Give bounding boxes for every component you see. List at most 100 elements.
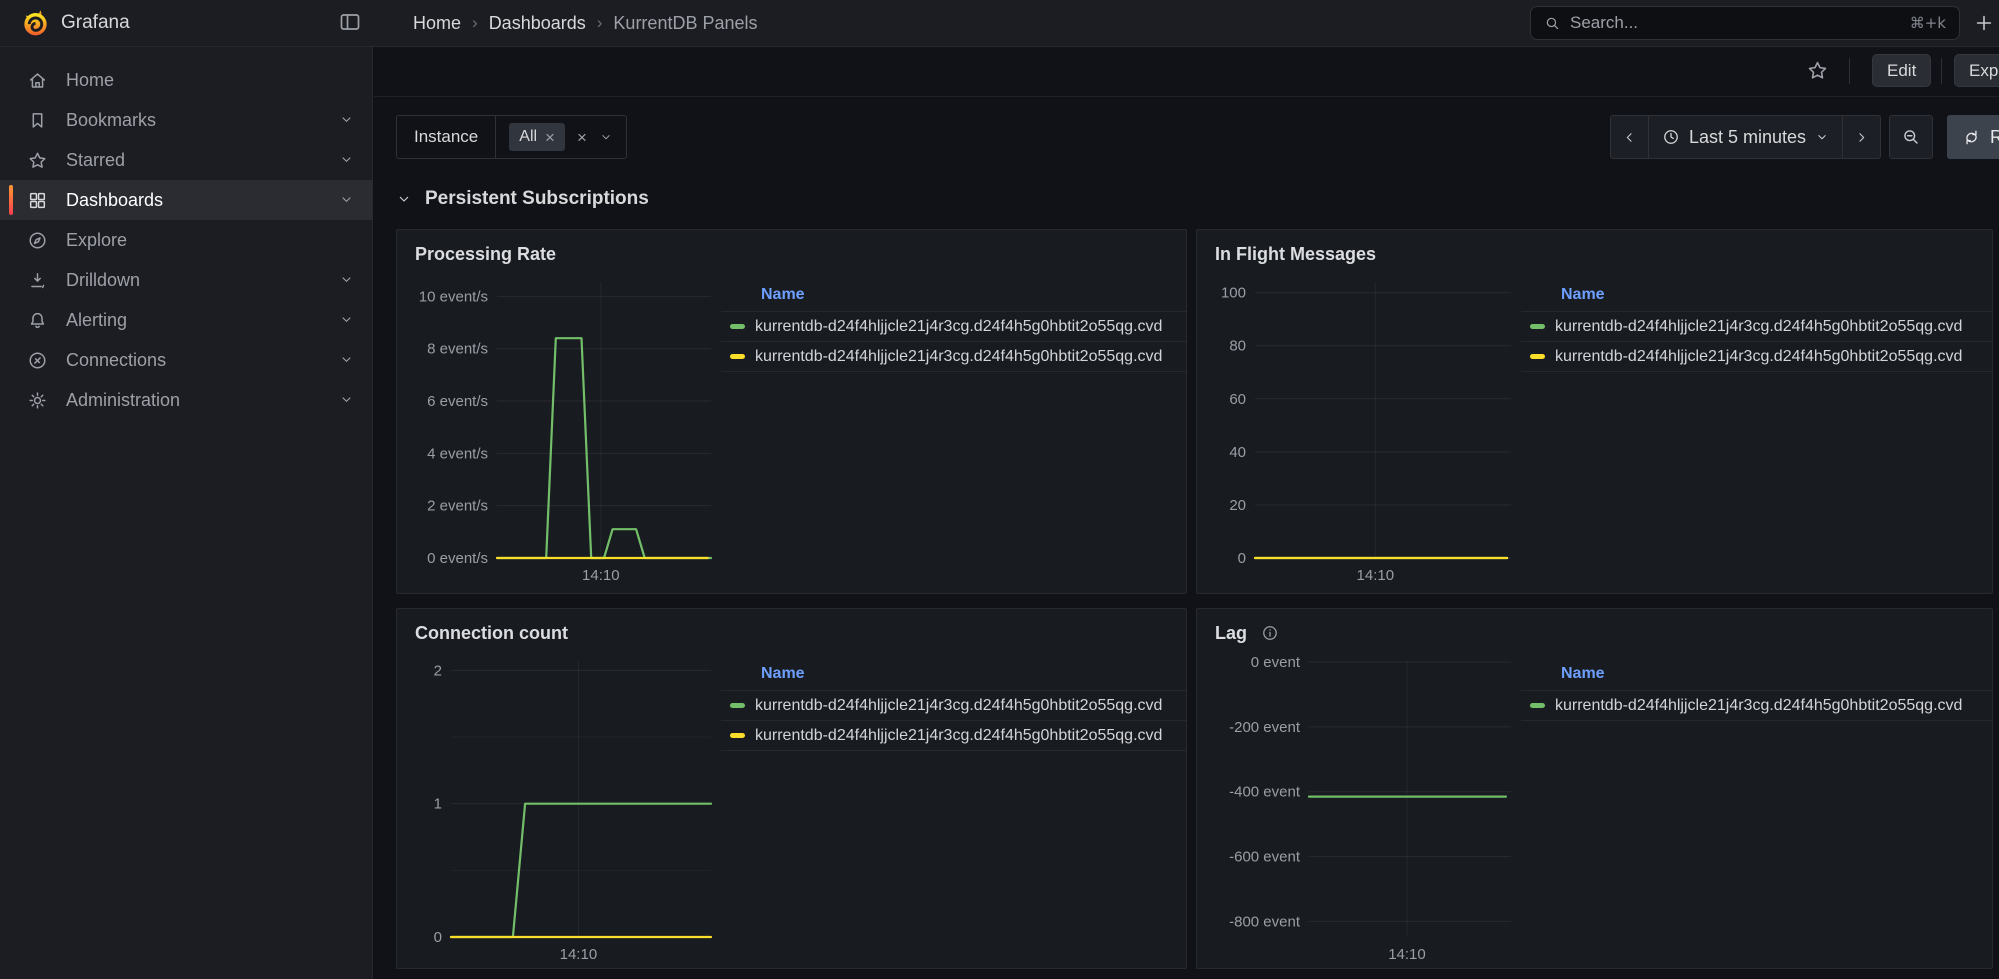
panel-title[interactable]: In Flight Messages xyxy=(1215,242,1992,266)
legend-row[interactable]: kurrentdb-d24f4hljjcle21j4r3cg.d24f4h5g0… xyxy=(721,721,1186,751)
filter-chip-all[interactable]: All × xyxy=(509,123,565,151)
refresh-button[interactable]: Refresh xyxy=(1947,115,1999,159)
collapse-chevron-icon[interactable] xyxy=(396,191,412,207)
zoom-out-time-button[interactable] xyxy=(1889,115,1933,159)
filter-chip-label: All xyxy=(519,128,537,146)
legend-row[interactable]: kurrentdb-d24f4hljjcle21j4r3cg.d24f4h5g0… xyxy=(1521,342,1992,372)
svg-text:10 event/s: 10 event/s xyxy=(419,288,488,305)
breadcrumb-dashboards[interactable]: Dashboards xyxy=(489,13,586,34)
legend-row[interactable]: kurrentdb-d24f4hljjcle21j4r3cg.d24f4h5g0… xyxy=(721,691,1186,721)
panel-in-flight-messages: In Flight Messages 02040608010014:10 Nam… xyxy=(1196,229,1993,594)
bookmark-icon xyxy=(27,110,48,131)
timeseries-chart[interactable]: 02040608010014:10 xyxy=(1215,272,1515,588)
svg-text:0 event/s: 0 event/s xyxy=(427,550,488,567)
row-persistent-subscriptions[interactable]: Persistent Subscriptions xyxy=(396,181,1999,217)
add-new-icon[interactable] xyxy=(1973,12,1995,34)
clock-icon xyxy=(1662,128,1680,146)
time-range-label: Last 5 minutes xyxy=(1689,127,1806,148)
sidebar-item-dashboards[interactable]: Dashboards xyxy=(0,180,372,220)
series-color-swatch xyxy=(1530,703,1545,708)
svg-text:0: 0 xyxy=(1238,550,1246,567)
sidebar-item-explore[interactable]: Explore xyxy=(0,220,372,260)
series-color-swatch xyxy=(730,354,745,359)
svg-text:0: 0 xyxy=(434,929,442,946)
time-range-picker[interactable]: Last 5 minutes xyxy=(1648,116,1842,158)
sidebar-item-drilldown[interactable]: Drilldown xyxy=(0,260,372,300)
dock-menu-icon[interactable] xyxy=(338,10,362,34)
panel-lag: Lag 0 event-200 event-400 event-600 even… xyxy=(1196,608,1993,969)
svg-text:14:10: 14:10 xyxy=(1357,567,1395,584)
grafana-home-button[interactable]: Grafana xyxy=(22,8,130,37)
edit-button[interactable]: Edit xyxy=(1872,54,1931,87)
legend-row[interactable]: kurrentdb-d24f4hljjcle21j4r3cg.d24f4h5g0… xyxy=(1521,312,1992,342)
chevron-down-icon[interactable] xyxy=(339,112,354,127)
sidebar-item-label: Administration xyxy=(66,390,180,411)
remove-chip-icon[interactable]: × xyxy=(545,129,555,146)
sidebar-item-label: Drilldown xyxy=(66,270,140,291)
sidebar-item-starred[interactable]: Starred xyxy=(0,140,372,180)
sidebar-item-connections[interactable]: Connections xyxy=(0,340,372,380)
legend-name-header[interactable]: Name xyxy=(1521,665,1992,691)
panel-legend: Namekurrentdb-d24f4hljjcle21j4r3cg.d24f4… xyxy=(721,665,1186,967)
info-icon[interactable] xyxy=(1261,624,1279,642)
star-dashboard-icon[interactable] xyxy=(1806,59,1829,82)
time-controls: Last 5 minutes Refresh xyxy=(1610,115,1999,159)
chevron-down-icon[interactable] xyxy=(339,312,354,327)
chevron-down-icon[interactable] xyxy=(339,392,354,407)
top-nav-bar: Grafana Home › Dashboards › KurrentDB Pa… xyxy=(0,0,1999,47)
series-name: kurrentdb-d24f4hljjcle21j4r3cg.d24f4h5g0… xyxy=(1555,697,1962,715)
sidebar-item-administration[interactable]: Administration xyxy=(0,380,372,420)
series-name: kurrentdb-d24f4hljjcle21j4r3cg.d24f4h5g0… xyxy=(755,318,1162,336)
panel-connection-count: Connection count 01214:10 Namekurrentdb-… xyxy=(396,608,1187,969)
series-name: kurrentdb-d24f4hljjcle21j4r3cg.d24f4h5g0… xyxy=(1555,318,1962,336)
breadcrumb-home[interactable]: Home xyxy=(413,13,461,34)
svg-text:-400 event: -400 event xyxy=(1229,784,1301,801)
search-placeholder: Search... xyxy=(1570,13,1901,33)
svg-text:80: 80 xyxy=(1229,338,1246,355)
svg-text:2 event/s: 2 event/s xyxy=(427,498,488,515)
sidebar-item-alerting[interactable]: Alerting xyxy=(0,300,372,340)
clear-filter-icon[interactable]: × xyxy=(577,129,587,146)
legend-row[interactable]: kurrentdb-d24f4hljjcle21j4r3cg.d24f4h5g0… xyxy=(1521,691,1992,721)
svg-text:20: 20 xyxy=(1229,497,1246,514)
timeseries-chart[interactable]: 01214:10 xyxy=(415,651,715,967)
search-shortcut-hint: ⌘+k xyxy=(1910,14,1946,32)
legend-name-header[interactable]: Name xyxy=(721,665,1186,691)
timeseries-chart[interactable]: 0 event/s2 event/s4 event/s6 event/s8 ev… xyxy=(415,272,715,588)
sidebar-item-home[interactable]: Home xyxy=(0,60,372,100)
series-name: kurrentdb-d24f4hljjcle21j4r3cg.d24f4h5g0… xyxy=(1555,348,1962,366)
dashboard-toolbar: Edit Export xyxy=(374,46,1999,97)
series-color-swatch xyxy=(730,733,745,738)
chevron-down-icon[interactable] xyxy=(339,152,354,167)
export-button[interactable]: Export xyxy=(1954,54,1999,87)
chevron-down-icon[interactable] xyxy=(339,352,354,367)
toolbar-divider xyxy=(1941,58,1942,84)
search-input[interactable]: Search... ⌘+k xyxy=(1530,6,1960,40)
time-shift-back-button[interactable] xyxy=(1611,116,1648,158)
time-shift-forward-button[interactable] xyxy=(1842,116,1880,158)
panel-title[interactable]: Lag xyxy=(1215,621,1992,645)
timeseries-chart[interactable]: 0 event-200 event-400 event-600 event-80… xyxy=(1215,651,1515,967)
sidebar-item-bookmarks[interactable]: Bookmarks xyxy=(0,100,372,140)
series-name: kurrentdb-d24f4hljjcle21j4r3cg.d24f4h5g0… xyxy=(755,348,1162,366)
chevron-down-icon[interactable] xyxy=(339,272,354,287)
chevron-down-icon[interactable] xyxy=(599,130,613,144)
series-name: kurrentdb-d24f4hljjcle21j4r3cg.d24f4h5g0… xyxy=(755,727,1162,745)
legend-name-header[interactable]: Name xyxy=(1521,286,1992,312)
legend-name-header[interactable]: Name xyxy=(721,286,1186,312)
nav-sidebar: Home Bookmarks Starred Dashboards Explor… xyxy=(0,46,373,979)
legend-row[interactable]: kurrentdb-d24f4hljjcle21j4r3cg.d24f4h5g0… xyxy=(721,342,1186,372)
panel-title[interactable]: Processing Rate xyxy=(415,242,1186,266)
sidebar-item-label: Home xyxy=(66,70,114,91)
chevron-down-icon[interactable] xyxy=(339,192,354,207)
breadcrumb-current-page: KurrentDB Panels xyxy=(613,13,757,34)
svg-text:14:10: 14:10 xyxy=(1388,946,1426,963)
instance-filter-value[interactable]: All × × xyxy=(496,116,626,158)
chevron-down-icon xyxy=(1815,130,1829,144)
svg-text:1: 1 xyxy=(434,796,442,813)
panel-title[interactable]: Connection count xyxy=(415,621,1186,645)
legend-row[interactable]: kurrentdb-d24f4hljjcle21j4r3cg.d24f4h5g0… xyxy=(721,312,1186,342)
svg-text:2: 2 xyxy=(434,662,442,679)
star-icon xyxy=(27,150,48,171)
svg-text:14:10: 14:10 xyxy=(582,567,620,584)
